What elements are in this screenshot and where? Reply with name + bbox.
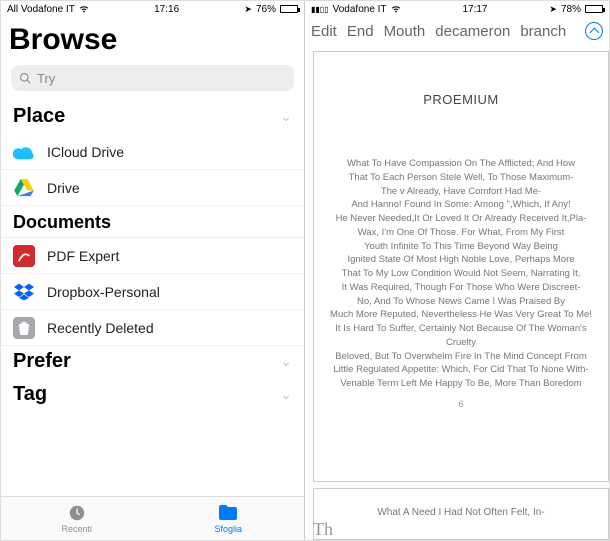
toolbar-word[interactable]: branch bbox=[520, 23, 566, 40]
location-icon: ➤ bbox=[549, 4, 557, 15]
search-input[interactable]: Try bbox=[11, 65, 294, 91]
toolbar-word[interactable]: Mouth bbox=[384, 23, 426, 40]
carrier-label: Vodafone IT bbox=[333, 4, 387, 15]
section-place-title: Place bbox=[13, 105, 65, 128]
location-pdf-expert[interactable]: PDF Expert bbox=[1, 238, 304, 274]
location-label: Recently Deleted bbox=[47, 320, 154, 336]
icloud-icon bbox=[13, 141, 35, 163]
location-icloud-drive[interactable]: ICloud Drive bbox=[1, 134, 304, 170]
battery-pct-label: 76% bbox=[256, 4, 276, 15]
compass-icon[interactable] bbox=[585, 22, 603, 40]
chevron-down-icon: ⌄ bbox=[280, 353, 292, 370]
status-bar-left: All Vodafone IT 17:16 ➤ 76% bbox=[1, 1, 304, 17]
battery-icon bbox=[585, 5, 603, 13]
page-body-text: What A Need I Had Not Often Felt, In- bbox=[377, 507, 544, 518]
section-prefer-title: Prefer bbox=[13, 350, 71, 373]
search-icon bbox=[19, 72, 31, 84]
location-label: PDF Expert bbox=[47, 248, 119, 264]
page-body-text: What To Have Compassion On The Afflicted… bbox=[330, 157, 592, 391]
chevron-down-icon: ⌄ bbox=[280, 108, 292, 125]
clock-icon bbox=[67, 504, 87, 522]
clock-label: 17:16 bbox=[154, 4, 179, 15]
location-icon: ➤ bbox=[244, 4, 252, 15]
trash-icon bbox=[13, 317, 35, 339]
location-label: ICloud Drive bbox=[47, 144, 124, 160]
battery-pct-label: 78% bbox=[561, 4, 581, 15]
tab-browse[interactable]: Sfoglia bbox=[153, 497, 305, 540]
folder-icon bbox=[218, 504, 238, 522]
location-google-drive[interactable]: Drive bbox=[1, 170, 304, 206]
tab-label: Sfoglia bbox=[214, 524, 242, 534]
reader-page[interactable]: PROEMIUM What To Have Compassion On The … bbox=[313, 51, 609, 482]
reader-panel: ▮▮▯▯ Vodafone IT 17:17 ➤ 78% Edit End Mo… bbox=[305, 1, 609, 540]
status-bar-right: ▮▮▯▯ Vodafone IT 17:17 ➤ 78% bbox=[305, 1, 609, 17]
tab-recent[interactable]: Recenti bbox=[1, 497, 153, 540]
battery-icon bbox=[280, 5, 298, 13]
reader-bottom-bar: Th bbox=[313, 514, 333, 540]
signal-icon: ▮▮▯▯ bbox=[311, 5, 329, 14]
tab-bar: Recenti Sfoglia bbox=[1, 496, 304, 540]
wifi-icon bbox=[391, 5, 401, 13]
wifi-icon bbox=[79, 5, 89, 13]
tab-label: Recenti bbox=[61, 524, 92, 534]
toolbar-word[interactable]: decameron bbox=[435, 23, 510, 40]
carrier-label: All Vodafone IT bbox=[7, 4, 75, 15]
gdrive-icon bbox=[13, 177, 35, 199]
section-tag-title: Tag bbox=[13, 383, 47, 406]
clock-label: 17:17 bbox=[462, 4, 487, 15]
files-browse-panel: All Vodafone IT 17:16 ➤ 76% Browse Try P… bbox=[1, 1, 305, 540]
section-documents-title: Documents bbox=[1, 206, 304, 238]
page-heading: PROEMIUM bbox=[423, 92, 499, 107]
reader-next-page[interactable]: What A Need I Had Not Often Felt, In- bbox=[313, 488, 609, 540]
location-dropbox-personal[interactable]: Dropbox-Personal bbox=[1, 274, 304, 310]
section-place[interactable]: Place ⌄ bbox=[1, 101, 304, 134]
search-placeholder: Try bbox=[37, 71, 55, 86]
toolbar-word[interactable]: End bbox=[347, 23, 374, 40]
page-title: Browse bbox=[1, 17, 304, 65]
pdf-expert-icon bbox=[13, 245, 35, 267]
location-recently-deleted[interactable]: Recently Deleted bbox=[1, 310, 304, 346]
location-label: Dropbox-Personal bbox=[47, 284, 160, 300]
section-tag[interactable]: Tag ⌄ bbox=[1, 379, 304, 412]
reader-toolbar: Edit End Mouth decameron branch bbox=[305, 17, 609, 45]
toolbar-word[interactable]: Edit bbox=[311, 23, 337, 40]
chevron-down-icon: ⌄ bbox=[280, 386, 292, 403]
dropbox-icon bbox=[13, 281, 35, 303]
drop-cap: Th bbox=[313, 519, 333, 540]
location-label: Drive bbox=[47, 180, 80, 196]
page-number: 6 bbox=[458, 399, 463, 409]
section-prefer[interactable]: Prefer ⌄ bbox=[1, 346, 304, 379]
